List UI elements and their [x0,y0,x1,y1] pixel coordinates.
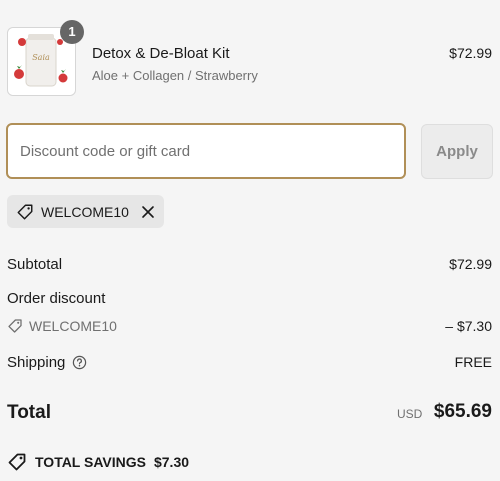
svg-text:Saia: Saia [32,53,50,62]
discount-code-input[interactable] [6,123,406,179]
order-discount-label: Order discount [7,290,106,307]
total-value: $65.69 [433,401,492,422]
applied-code-text: WELCOME10 [41,203,129,220]
subtotal-value: $72.99 [449,256,492,272]
subtotal-label: Subtotal [7,256,63,273]
total-label: Total [7,402,51,423]
quantity-badge: 1 [60,20,84,44]
product-name: Detox & De-Bloat Kit [92,45,230,62]
product-price: $72.99 [449,45,492,61]
applied-discount-chip: WELCOME10 [7,195,164,228]
shipping-label: Shipping [7,354,66,371]
total-savings-label: TOTAL SAVINGS [35,454,146,470]
total-savings-value: $7.30 [153,454,190,470]
remove-code-icon[interactable] [140,204,156,220]
help-icon[interactable] [72,355,87,370]
order-summary: Saia 1 Detox & De-Bloat Kit Aloe + Colla… [0,0,500,481]
apply-button[interactable]: Apply [421,124,493,179]
shipping-value: FREE [454,354,492,370]
tag-icon [8,453,26,471]
order-discount-code: WELCOME10 [7,318,117,334]
total-savings: TOTAL SAVINGS $7.30 [7,452,189,472]
order-discount-value: – $7.30 [445,318,492,334]
order-discount-code-text: WELCOME10 [29,318,117,334]
tag-icon [8,319,22,333]
total-currency: USD [397,407,423,421]
tag-icon [17,204,33,219]
product-variant: Aloe + Collagen / Strawberry [92,68,258,83]
